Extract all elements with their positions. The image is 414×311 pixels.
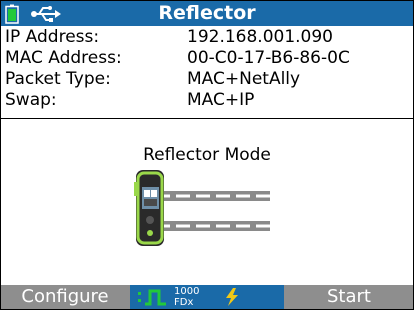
ip-address-value: 192.168.001.090	[187, 27, 334, 47]
packet-type-value: MAC+NetAlly	[187, 69, 301, 89]
tester-device-icon	[134, 170, 164, 246]
title-bar: Reflector	[1, 1, 413, 26]
lightning-icon	[224, 288, 240, 311]
loop-cable-bottom	[156, 221, 270, 231]
packet-type-label: Packet Type:	[5, 69, 111, 89]
info-row-ip: IP Address: 192.168.001.090	[1, 27, 413, 48]
mac-address-label: MAC Address:	[5, 48, 122, 68]
configure-button[interactable]: Configure	[1, 285, 129, 309]
reflector-illustration	[128, 170, 278, 250]
section-divider	[1, 118, 413, 119]
reflector-mode-label: Reflector Mode	[143, 145, 271, 165]
reflector-info: IP Address: 192.168.001.090 MAC Address:…	[1, 27, 413, 111]
link-pulse-icon	[138, 288, 170, 311]
start-button[interactable]: Start	[285, 285, 413, 309]
softkey-bar: Configure 1000 FDx Start	[1, 285, 413, 309]
info-row-mac: MAC Address: 00-C0-17-B6-86-0C	[1, 48, 413, 69]
ip-address-label: IP Address:	[5, 27, 100, 47]
info-row-packet-type: Packet Type: MAC+NetAlly	[1, 69, 413, 90]
mac-address-value: 00-C0-17-B6-86-0C	[187, 48, 350, 68]
link-speed-value: 1000	[174, 286, 200, 297]
link-status: 1000 FDx	[130, 285, 284, 309]
swap-value: MAC+IP	[187, 90, 255, 110]
link-duplex-value: FDx	[174, 297, 194, 308]
page-title: Reflector	[158, 2, 256, 24]
info-row-swap: Swap: MAC+IP	[1, 90, 413, 111]
loop-cable-top	[156, 191, 270, 201]
swap-label: Swap:	[5, 90, 57, 110]
link-speed: 1000 FDx	[174, 286, 199, 308]
